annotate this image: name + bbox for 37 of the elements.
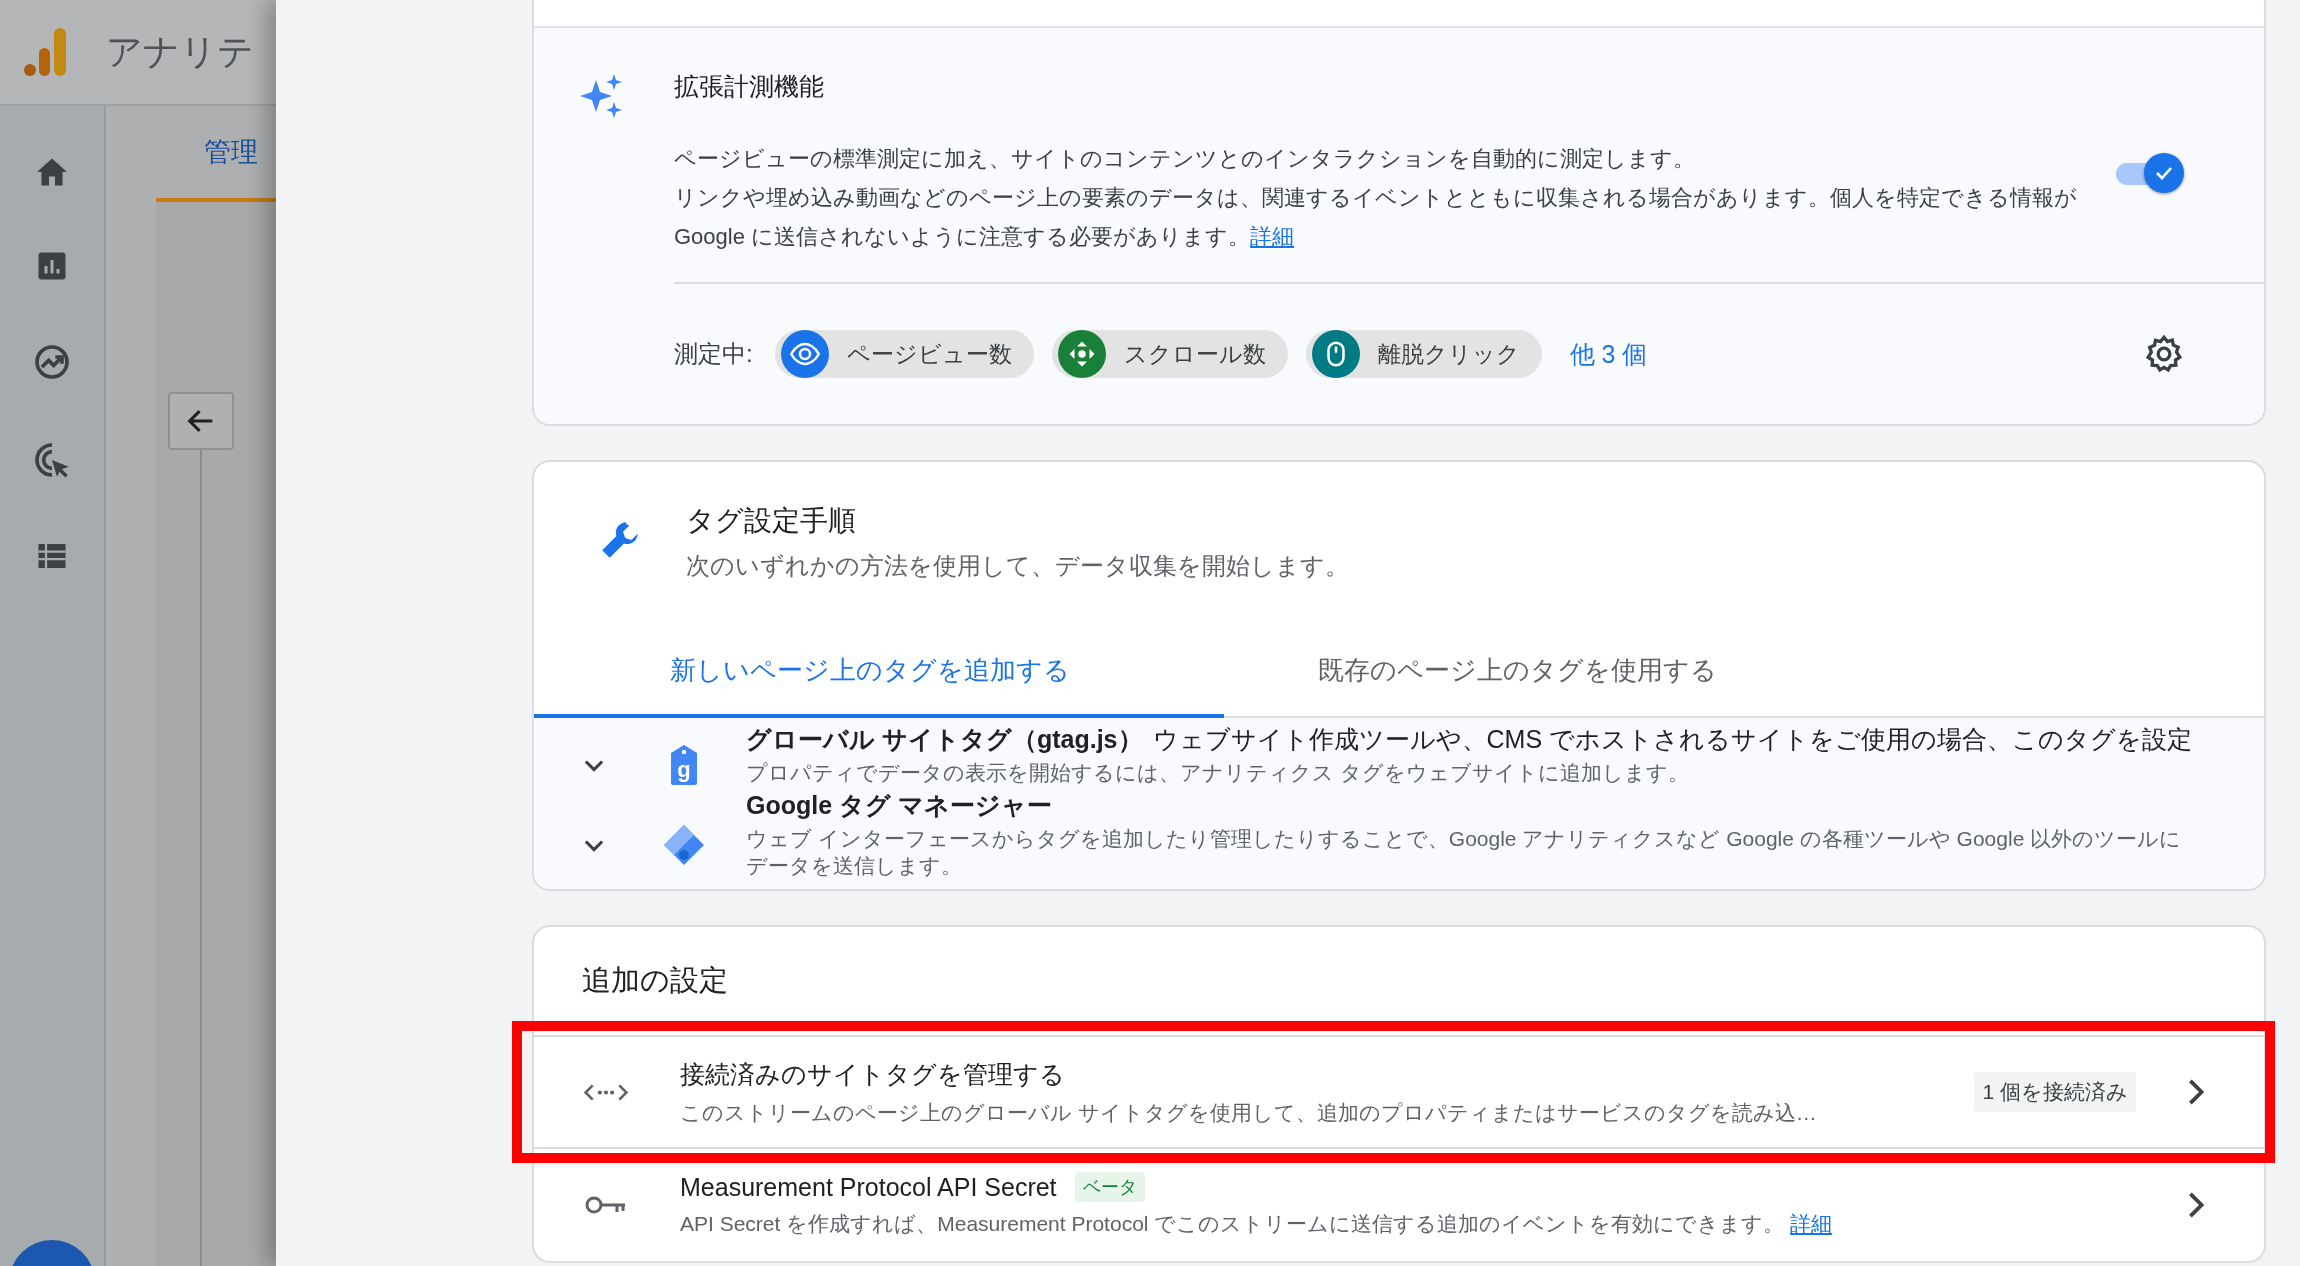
code-icon [584, 1083, 628, 1101]
chevron-right-icon [2188, 1192, 2204, 1218]
details-link[interactable]: 詳細 [1790, 1212, 1833, 1235]
description-text: リンクや埋め込み動画などのページ上の要素のデータは、関連するイベントとともに収集される場合があります。個人を特定できる情報が Google に送信されないように注意する必要があります。詳細 [674, 184, 2078, 251]
description-text: ページビューの標準測定に加え、サイトのコンテンツとのインタラクションを自動的に測定します。 [674, 145, 1696, 173]
settings-row[interactable]: 接続済みのサイトタグを管理する このストリームのページ上のグローバル サイトタグを使用して、追加のプロパティまたはサービスのタグを読み込… 1 個を接続済み [534, 1035, 2264, 1147]
status-label: 1 個を接続済み [1974, 1072, 2136, 1112]
option-note: ウェブサイト作成ツールや、CMS でホストされるサイトをご使用の場合、このタグを設定 [1152, 725, 2192, 753]
trend-icon[interactable] [32, 342, 72, 382]
app-title: アナリテ [106, 29, 254, 74]
card-title: 追加の設定 [581, 963, 729, 998]
tag-icon: g [669, 744, 699, 786]
diamond-icon [662, 822, 706, 867]
section-title: 拡張計測機能 [674, 71, 825, 102]
more-link[interactable]: 他 3 個 [1569, 337, 1648, 371]
measuring-label: 測定中: [674, 339, 753, 369]
event-chip[interactable]: スクロール数 [1051, 330, 1288, 378]
row-description: このストリームのページ上のグローバル サイトタグを使用して、追加のプロパティまたはサービスのタグを読み込… [680, 1099, 1818, 1126]
event-chip[interactable]: 離脱クリック [1305, 330, 1542, 378]
option-title: グローバル サイトタグ（gtag.js） [746, 725, 1143, 753]
bar-chart-logo-icon [24, 28, 66, 76]
back-button[interactable] [168, 392, 234, 450]
card-subtitle: 次のいずれかの方法を使用して、データ収集を開始します。 [686, 551, 1349, 581]
row-description: API Secret を作成すれば、Measurement Protocol でこのストリームに送信する追加のイベントを有効にできます。 詳細 [680, 1211, 1834, 1237]
card-title: タグ設定手順 [686, 504, 857, 538]
settings-icon[interactable] [2144, 334, 2184, 374]
row-title: Measurement Protocol API Secret [680, 1172, 1057, 1202]
tab[interactable]: 既存のページ上のタグを使用する [1224, 626, 1914, 718]
option-description: ウェブ インターフェースからタグを追加したり管理したりすることで、Google アナリティクスなど Google の各種ツールや Google 以外のツールにデータを送信します。 [746, 826, 2183, 879]
beta-badge: ベータ [1074, 1172, 1145, 1202]
settings-row[interactable]: Measurement Protocol API Secret ベータ API Secret を作成すれば、Measurement Protocol でこのストリームに送信する追加のイベントを有効にできます。 詳細 [534, 1147, 2264, 1261]
row-title: 接続済みのサイトタグを管理する [680, 1058, 1065, 1090]
option-title: Google タグ マネージャー [746, 791, 1052, 819]
option-description: プロパティでデータの表示を開始するには、アナリティクス タグをウェブサイトに追加します。 [746, 760, 1690, 786]
chevron-right-icon [2188, 1079, 2204, 1105]
event-chip[interactable]: ページビュー数 [774, 330, 1034, 378]
details-link[interactable]: 詳細 [1250, 224, 1295, 249]
